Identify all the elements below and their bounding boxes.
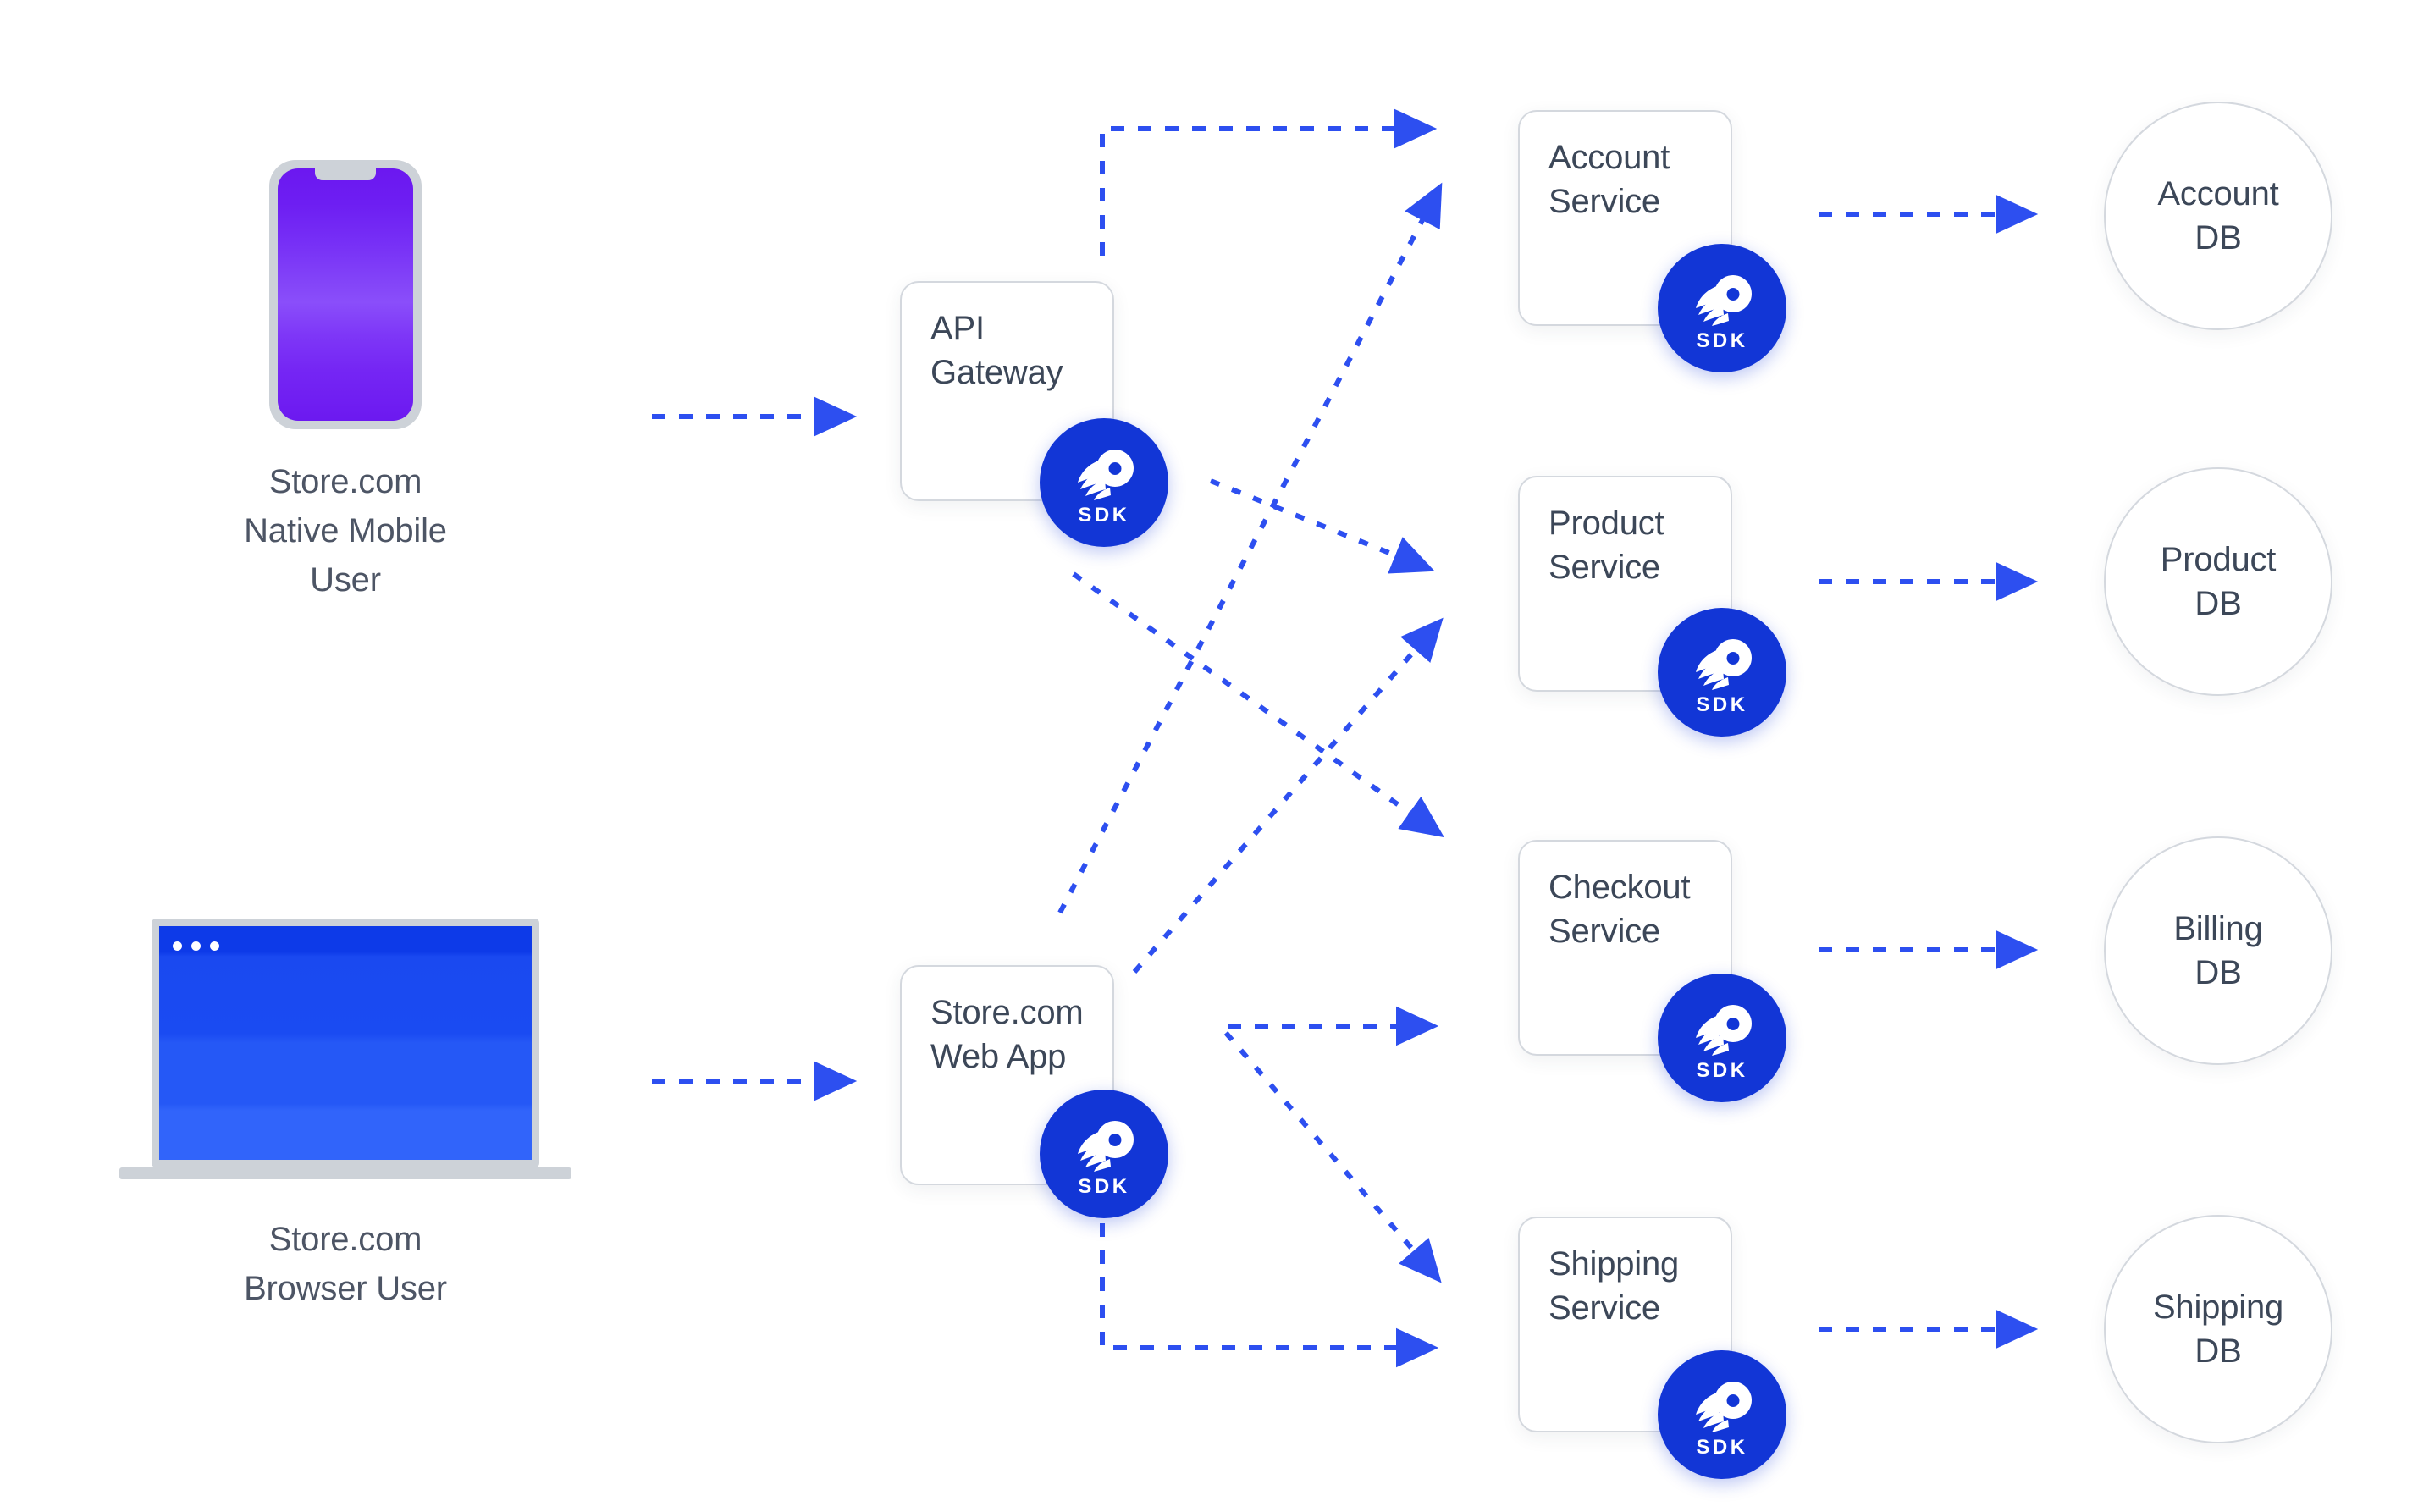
- node-label-checkout-service: Checkout Service: [1548, 869, 1691, 950]
- client-native-mobile-user: Store.com Native Mobile User: [212, 161, 479, 604]
- sdk-badge-web-app[interactable]: SDK: [1040, 1090, 1168, 1218]
- node-billing-db[interactable]: Billing DB: [2104, 836, 2332, 1065]
- sdk-badge-product-service[interactable]: SDK: [1658, 608, 1786, 737]
- sdk-badge-text-shipping-service: SDK: [1696, 1436, 1748, 1459]
- sdk-badge-api-gateway[interactable]: SDK: [1040, 418, 1168, 547]
- phone-screen: [278, 168, 413, 421]
- sdk-badge-checkout-service[interactable]: SDK: [1658, 974, 1786, 1102]
- client-caption-browser: Store.com Browser User: [244, 1221, 447, 1307]
- laptop-device-icon: [119, 919, 571, 1186]
- wire-gateway-to-product: [1209, 478, 1435, 574]
- rocket-comet-icon: [1696, 1382, 1752, 1432]
- rocket-comet-icon: [1078, 450, 1134, 500]
- client-caption-mobile: Store.com Native Mobile User: [244, 463, 447, 599]
- node-label-shipping-service: Shipping Service: [1548, 1245, 1680, 1327]
- architecture-diagram-canvas: Store.com Native Mobile User Store.com B…: [0, 0, 2429, 1512]
- sdk-badge-text-web-app: SDK: [1078, 1175, 1130, 1198]
- laptop-lid: [152, 919, 539, 1167]
- sdk-badge-text-product-service: SDK: [1696, 693, 1748, 716]
- rocket-comet-icon: [1696, 639, 1752, 690]
- window-controls-icon: [173, 941, 219, 951]
- node-label-account-service: Account Service: [1548, 139, 1670, 220]
- wire-webapp-to-product: [1132, 617, 1444, 974]
- sdk-badge-account-service[interactable]: SDK: [1658, 244, 1786, 372]
- node-label-api-gateway: API Gateway: [930, 310, 1063, 391]
- wire-webapp-to-shipping: [1100, 1223, 1439, 1368]
- rocket-comet-icon: [1696, 1005, 1752, 1056]
- node-account-db[interactable]: Account DB: [2104, 102, 2332, 330]
- node-label-product-service: Product Service: [1548, 505, 1664, 586]
- sdk-badge-text-account-service: SDK: [1696, 329, 1748, 352]
- wire-gateway-to-shipping: [1223, 1031, 1442, 1283]
- sdk-badge-text-api-gateway: SDK: [1078, 504, 1130, 527]
- wire-webapp-to-account: [1057, 182, 1443, 914]
- node-product-db[interactable]: Product DB: [2104, 467, 2332, 696]
- node-label-billing-db: Billing DB: [2173, 910, 2263, 991]
- node-label-product-db: Product DB: [2160, 541, 2277, 622]
- rocket-comet-icon: [1696, 275, 1752, 326]
- node-label-web-app: Store.com Web App: [930, 994, 1084, 1075]
- node-shipping-db[interactable]: Shipping DB: [2104, 1215, 2332, 1443]
- phone-notch: [315, 168, 376, 180]
- rocket-comet-icon: [1078, 1121, 1134, 1172]
- sdk-badge-shipping-service[interactable]: SDK: [1658, 1350, 1786, 1479]
- laptop-base: [119, 1167, 571, 1179]
- client-browser-user: Store.com Browser User: [119, 919, 571, 1313]
- wire-gateway-to-account: [1100, 108, 1438, 256]
- node-label-shipping-db: Shipping DB: [2152, 1289, 2284, 1370]
- node-label-account-db: Account DB: [2157, 175, 2279, 257]
- sdk-badge-text-checkout-service: SDK: [1696, 1059, 1748, 1082]
- phone-device-icon: [270, 161, 421, 428]
- wire-gateway-to-checkout: [1072, 571, 1444, 838]
- laptop-screen: [159, 926, 532, 1160]
